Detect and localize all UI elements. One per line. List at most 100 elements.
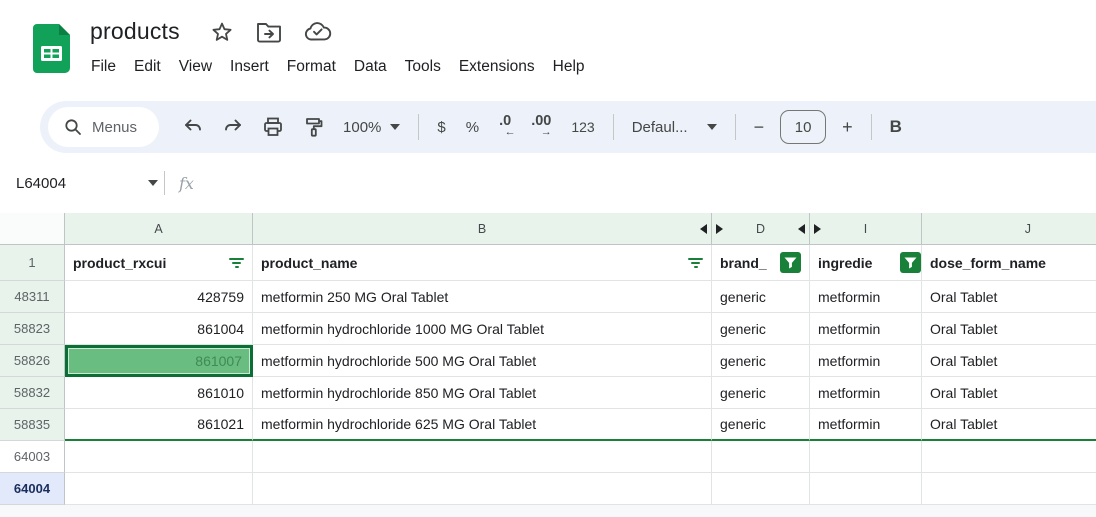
cell-ingredient[interactable]: metformin xyxy=(810,281,922,313)
active-filter-funnel-icon[interactable] xyxy=(780,252,801,273)
toolbar-divider xyxy=(734,114,736,140)
menu-format[interactable]: Format xyxy=(278,54,345,80)
active-filter-funnel-icon[interactable] xyxy=(900,252,921,273)
column-header-j[interactable]: J xyxy=(922,213,1096,245)
table-row: 48311 428759 metformin 250 MG Oral Table… xyxy=(0,281,1096,313)
expand-hidden-columns-icon[interactable] xyxy=(716,223,723,234)
cell-product-rxcui[interactable]: 861004 xyxy=(65,313,253,345)
undo-button[interactable] xyxy=(173,109,213,145)
cell-product-name[interactable]: metformin 250 MG Oral Tablet xyxy=(253,281,712,313)
empty-cell[interactable] xyxy=(65,473,253,505)
font-select[interactable]: Defaul... xyxy=(622,119,727,136)
cloud-saved-icon[interactable] xyxy=(304,21,332,42)
header-cell-product-rxcui[interactable]: product_rxcui xyxy=(65,245,253,281)
sheets-logo-icon[interactable] xyxy=(33,24,70,73)
hidden-columns-left-icon[interactable] xyxy=(700,223,707,234)
cell-brand-name[interactable]: generic xyxy=(712,377,810,409)
cell-brand-name[interactable]: generic xyxy=(712,313,810,345)
row-header[interactable]: 48311 xyxy=(0,281,65,313)
cell-dose-form[interactable]: Oral Tablet xyxy=(922,409,1096,441)
empty-cell[interactable] xyxy=(810,473,922,505)
row-header[interactable]: 58826 xyxy=(0,345,65,377)
increase-font-size-button[interactable]: + xyxy=(832,109,863,145)
name-box[interactable]: L64004 xyxy=(0,175,158,192)
increase-decimal-button[interactable]: .00 → xyxy=(521,109,561,145)
menu-file[interactable]: File xyxy=(82,54,125,80)
cell-product-rxcui[interactable]: 861021 xyxy=(65,409,253,441)
row-header[interactable]: 58835 xyxy=(0,409,65,441)
active-row-header[interactable]: 64004 xyxy=(0,473,65,505)
cell-ingredient[interactable]: metformin xyxy=(810,345,922,377)
empty-cell[interactable] xyxy=(922,473,1096,505)
menu-tools[interactable]: Tools xyxy=(396,54,450,80)
column-header-a[interactable]: A xyxy=(65,213,253,245)
format-percent-button[interactable]: % xyxy=(456,109,489,145)
menu-help[interactable]: Help xyxy=(544,54,594,80)
menu-insert[interactable]: Insert xyxy=(221,54,278,80)
number-format-button[interactable]: 123 xyxy=(561,109,604,145)
selected-cell-product-rxcui[interactable]: 861007 xyxy=(65,345,253,377)
decrease-font-size-button[interactable]: − xyxy=(744,109,775,145)
table-row: 58835 861021 metformin hydrochloride 625… xyxy=(0,409,1096,441)
format-currency-button[interactable]: $ xyxy=(427,109,455,145)
cell-product-name[interactable]: metformin hydrochloride 1000 MG Oral Tab… xyxy=(253,313,712,345)
print-button[interactable] xyxy=(253,109,293,145)
cell-dose-form[interactable]: Oral Tablet xyxy=(922,281,1096,313)
move-to-folder-icon[interactable] xyxy=(256,21,282,43)
cell-ingredient[interactable]: metformin xyxy=(810,313,922,345)
select-all-corner[interactable] xyxy=(0,213,65,245)
hidden-columns-left-icon[interactable] xyxy=(798,223,805,234)
empty-cell[interactable] xyxy=(253,441,712,473)
document-title[interactable]: products xyxy=(90,18,180,45)
header-cell-brand-name[interactable]: brand_ xyxy=(712,245,810,281)
header-cell-product-name[interactable]: product_name xyxy=(253,245,712,281)
cell-ingredient[interactable]: metformin xyxy=(810,409,922,441)
empty-cell[interactable] xyxy=(65,441,253,473)
cell-product-name[interactable]: metformin hydrochloride 850 MG Oral Tabl… xyxy=(253,377,712,409)
column-header-b[interactable]: B xyxy=(253,213,712,245)
star-icon[interactable] xyxy=(210,20,234,44)
cell-ingredient[interactable]: metformin xyxy=(810,377,922,409)
header-cell-ingredient[interactable]: ingredie xyxy=(810,245,922,281)
empty-cell[interactable] xyxy=(922,441,1096,473)
row-number: 58823 xyxy=(13,321,51,336)
cell-brand-name[interactable]: generic xyxy=(712,409,810,441)
column-letter: J xyxy=(1024,221,1031,236)
header-cell-dose-form-name[interactable]: dose_form_name xyxy=(922,245,1096,281)
zoom-select[interactable]: 100% xyxy=(333,119,410,136)
cell-product-name[interactable]: metformin hydrochloride 500 MG Oral Tabl… xyxy=(253,345,712,377)
menus-search-button[interactable]: Menus xyxy=(48,107,160,147)
cell-brand-name[interactable]: generic xyxy=(712,281,810,313)
column-header-d[interactable]: D xyxy=(712,213,810,245)
row-number: 58832 xyxy=(13,385,51,400)
menu-view[interactable]: View xyxy=(170,54,221,80)
cell-dose-form[interactable]: Oral Tablet xyxy=(922,345,1096,377)
empty-cell[interactable] xyxy=(712,441,810,473)
cell-dose-form[interactable]: Oral Tablet xyxy=(922,377,1096,409)
cell-product-name[interactable]: metformin hydrochloride 625 MG Oral Tabl… xyxy=(253,409,712,441)
decrease-decimal-button[interactable]: .0 ← xyxy=(489,109,521,145)
paint-format-button[interactable] xyxy=(293,109,333,145)
cell-dose-form[interactable]: Oral Tablet xyxy=(922,313,1096,345)
row-header-1[interactable]: 1 xyxy=(0,245,65,281)
cell-brand-name[interactable]: generic xyxy=(712,345,810,377)
empty-cell[interactable] xyxy=(810,441,922,473)
menu-extensions[interactable]: Extensions xyxy=(450,54,544,80)
row-header[interactable]: 58823 xyxy=(0,313,65,345)
empty-cell[interactable] xyxy=(712,473,810,505)
row-header[interactable]: 58832 xyxy=(0,377,65,409)
titlebar: products File Edit View Insert Format Da… xyxy=(0,0,1096,92)
filter-lines-icon[interactable] xyxy=(229,257,244,268)
row-header[interactable]: 64003 xyxy=(0,441,65,473)
column-header-i[interactable]: I xyxy=(810,213,922,245)
empty-cell[interactable] xyxy=(253,473,712,505)
expand-hidden-columns-icon[interactable] xyxy=(814,223,821,234)
cell-product-rxcui[interactable]: 861010 xyxy=(65,377,253,409)
menu-data[interactable]: Data xyxy=(345,54,396,80)
font-size-input[interactable]: 10 xyxy=(780,110,827,144)
redo-button[interactable] xyxy=(213,109,253,145)
cell-product-rxcui[interactable]: 428759 xyxy=(65,281,253,313)
bold-button[interactable]: B xyxy=(880,109,912,145)
filter-lines-icon[interactable] xyxy=(688,257,703,268)
menu-edit[interactable]: Edit xyxy=(125,54,170,80)
